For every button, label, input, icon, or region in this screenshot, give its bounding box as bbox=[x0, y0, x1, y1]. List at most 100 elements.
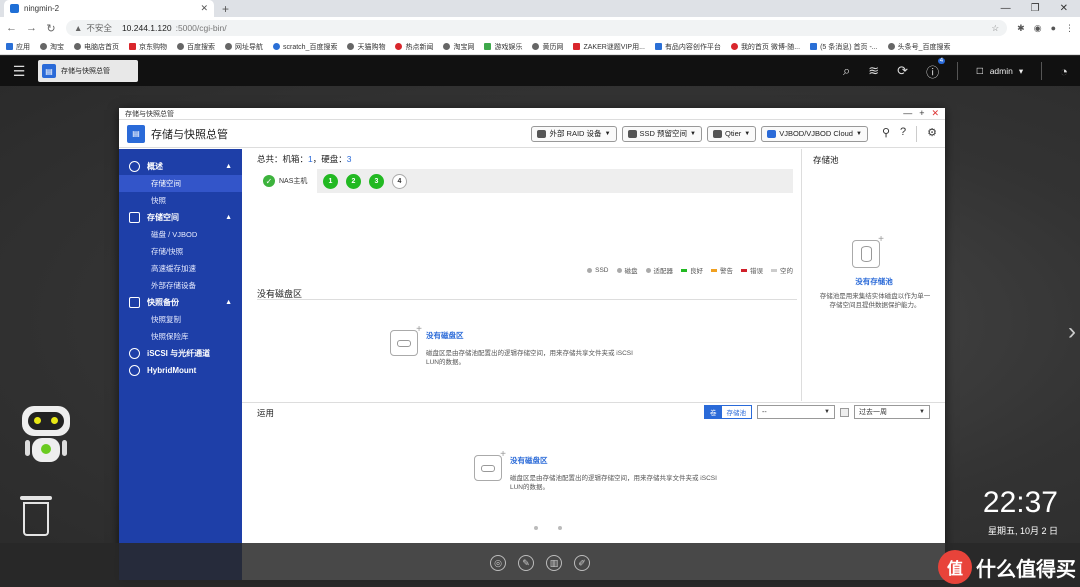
sidebar-item-disks[interactable]: 磁盘 / VJBOD bbox=[119, 226, 242, 243]
dock-edit-icon[interactable]: ✐ bbox=[574, 555, 590, 571]
close-window-icon[interactable]: ✕ bbox=[1060, 3, 1068, 14]
sidebar-section-iscsi[interactable]: iSCSI 与光纤通道 bbox=[119, 345, 242, 362]
qts-topbar-right: ⌕ ≋ ⟳ ⓘ 4 ☐ admin ▾ ◔ bbox=[843, 57, 1080, 81]
window-titlebar[interactable]: 存储与快照总管 — + ✕ bbox=[119, 108, 945, 120]
robot-light bbox=[41, 444, 51, 454]
vjbod-button[interactable]: VJBOD/VJBOD Cloud ▼ bbox=[761, 125, 868, 142]
sidebar-item-storage-snapshots[interactable]: 存储/快照 bbox=[119, 243, 242, 260]
sidebar-item-snapshot-replica[interactable]: 快照复制 bbox=[119, 311, 242, 328]
sidebar-item-external[interactable]: 外部存储设备 bbox=[119, 277, 242, 294]
toggle-volume[interactable]: 卷 bbox=[705, 406, 722, 418]
dock-app-icon[interactable]: ◎ bbox=[490, 555, 506, 571]
sidebar-section-hybridmount[interactable]: HybridMount bbox=[119, 362, 242, 379]
options-checkbox[interactable] bbox=[840, 407, 849, 417]
add-volume-icon[interactable] bbox=[474, 449, 506, 481]
page-dot[interactable] bbox=[558, 526, 562, 530]
taskbar-app-storage[interactable]: ▤ 存储与快照总管 bbox=[38, 60, 138, 82]
volume-icon[interactable]: ≋ bbox=[868, 63, 879, 79]
search-icon[interactable]: ⚲ bbox=[882, 126, 890, 142]
time-range-select[interactable]: 过去一周 ▼ bbox=[854, 405, 930, 419]
bookmark-item[interactable]: 电脑店首页 bbox=[74, 42, 119, 52]
page-dot[interactable] bbox=[534, 526, 538, 530]
extension-icon[interactable]: ✱ bbox=[1017, 23, 1025, 34]
sidebar-item-storage-space[interactable]: 存储空间 bbox=[119, 175, 242, 192]
notification-icon[interactable]: ⓘ 4 bbox=[926, 57, 946, 81]
apps-icon bbox=[6, 43, 13, 50]
sidebar: 概述 ▲ 存储空间 快照 存储空间 ▲ 磁盘 / VJBOD 存储/快照 高速缓存加… bbox=[119, 149, 242, 580]
bookmark-item[interactable]: 百度搜索 bbox=[177, 42, 215, 52]
add-volume-icon[interactable] bbox=[390, 324, 422, 356]
maximize-icon[interactable]: + bbox=[919, 108, 924, 119]
forward-icon[interactable]: → bbox=[26, 22, 37, 34]
qtier-button[interactable]: Qtier ▼ bbox=[706, 125, 757, 142]
ssd-overprovision-button[interactable]: SSD 预留空间 ▼ bbox=[621, 125, 702, 142]
bookmark-star-icon[interactable]: ☆ bbox=[992, 23, 1000, 34]
dock-media-icon[interactable]: ▥ bbox=[546, 555, 562, 571]
sidebar-section-snapshot-backup[interactable]: 快照备份 ▲ bbox=[119, 294, 242, 311]
sidebar-item-snapshot[interactable]: 快照 bbox=[119, 192, 242, 209]
new-tab-button[interactable]: + bbox=[222, 2, 229, 16]
external-raid-button[interactable]: 外部 RAID 设备 ▼ bbox=[531, 125, 617, 142]
bookmark-item[interactable]: 头条号_百度搜索 bbox=[887, 42, 951, 52]
tab-close-icon[interactable]: ✕ bbox=[200, 3, 208, 14]
close-icon[interactable]: ✕ bbox=[931, 108, 939, 119]
more-menu-icon[interactable]: ⋮ bbox=[1065, 23, 1074, 34]
disk-bay-2[interactable]: 2 bbox=[346, 173, 361, 189]
minimize-icon[interactable]: — bbox=[1001, 3, 1011, 14]
toggle-pool[interactable]: 存储池 bbox=[722, 406, 752, 418]
minimize-icon[interactable]: — bbox=[903, 108, 912, 119]
account-icon[interactable]: ● bbox=[1051, 23, 1056, 34]
reload-icon[interactable]: ↻ bbox=[46, 22, 56, 35]
bookmark-item[interactable]: 游戏娱乐 bbox=[484, 42, 522, 52]
bookmark-item[interactable]: 京东购物 bbox=[129, 42, 167, 52]
browser-tab[interactable]: ningmin-2 ✕ bbox=[4, 0, 214, 17]
disk-bay-1[interactable]: 1 bbox=[323, 173, 338, 189]
bookmark-item[interactable]: scratch_百度搜索 bbox=[273, 42, 337, 52]
bookmark-item[interactable]: ZAKER谜题VIP用... bbox=[573, 42, 645, 52]
restore-icon[interactable]: ❐ bbox=[1031, 3, 1040, 14]
bookmark-item[interactable]: 有品内容创作平台 bbox=[654, 42, 721, 52]
sidebar-item-snapshot-vault[interactable]: 快照保险库 bbox=[119, 328, 242, 345]
bookmark-item[interactable]: 网址导航 bbox=[225, 42, 263, 52]
dashboard-icon[interactable]: ◔ bbox=[1060, 64, 1068, 79]
sidebar-section-overview[interactable]: 概述 ▲ bbox=[119, 158, 242, 175]
settings-gear-icon[interactable]: ⚙ bbox=[927, 126, 937, 142]
add-pool-icon[interactable] bbox=[852, 234, 884, 268]
pool-title: 存储池 bbox=[813, 155, 839, 165]
bookmark-item[interactable]: 淘宝 bbox=[40, 42, 64, 52]
bookmark-item[interactable]: 热点新闻 bbox=[395, 42, 433, 52]
bookmark-item[interactable]: 淘宝网 bbox=[443, 42, 474, 52]
no-volume-link[interactable]: 没有磁盘区 bbox=[426, 330, 636, 341]
sidebar-section-storage[interactable]: 存储空间 ▲ bbox=[119, 209, 242, 226]
page-dot[interactable] bbox=[510, 526, 514, 530]
qts-assistant-robot[interactable] bbox=[14, 406, 80, 476]
divider bbox=[1041, 62, 1043, 80]
globe-icon bbox=[887, 43, 895, 50]
bookmark-item[interactable]: 天猫购物 bbox=[347, 42, 385, 52]
user-menu[interactable]: ☐ admin ▾ bbox=[976, 66, 1023, 77]
extension-icon[interactable]: ◉ bbox=[1034, 23, 1042, 34]
window-body: 概述 ▲ 存储空间 快照 存储空间 ▲ 磁盘 / VJBOD 存储/快照 高速缓存加… bbox=[119, 149, 945, 580]
help-icon[interactable]: ? bbox=[900, 126, 906, 142]
divider bbox=[916, 125, 918, 142]
dock-tools-icon[interactable]: ✎ bbox=[518, 555, 534, 571]
sidebar-item-cache[interactable]: 高速缓存加速 bbox=[119, 260, 242, 277]
url-field[interactable]: ▲ 不安全 10.244.1.120:5000/cgi-bin/ ☆ bbox=[66, 20, 1008, 36]
bookmark-item[interactable]: 我的首页 微博-随... bbox=[730, 42, 800, 52]
bookmark-item[interactable]: (5 条消息) 首页 -... bbox=[810, 42, 878, 52]
no-pool-link[interactable]: 没有存储池 bbox=[803, 276, 945, 287]
main-menu-icon[interactable]: ☰ bbox=[6, 63, 32, 80]
bookmark-item[interactable]: 黄历网 bbox=[532, 42, 563, 52]
back-icon[interactable]: ← bbox=[6, 22, 17, 34]
nas-host[interactable]: ✓ NAS主机 bbox=[257, 175, 317, 187]
tasks-icon[interactable]: ⟳ bbox=[897, 63, 908, 79]
bookmark-item[interactable]: 应用 bbox=[6, 42, 30, 52]
disk-bay-3[interactable]: 3 bbox=[369, 173, 384, 189]
trash-icon[interactable] bbox=[20, 496, 52, 536]
window-controls: — + ✕ bbox=[903, 108, 939, 119]
chevron-right-icon[interactable]: › bbox=[1068, 318, 1076, 346]
usage-no-volume-link[interactable]: 没有磁盘区 bbox=[510, 455, 720, 466]
search-icon[interactable]: ⌕ bbox=[843, 63, 850, 79]
disk-bay-4[interactable]: 4 bbox=[392, 173, 407, 189]
volume-select[interactable]: -- ▼ bbox=[757, 405, 835, 419]
